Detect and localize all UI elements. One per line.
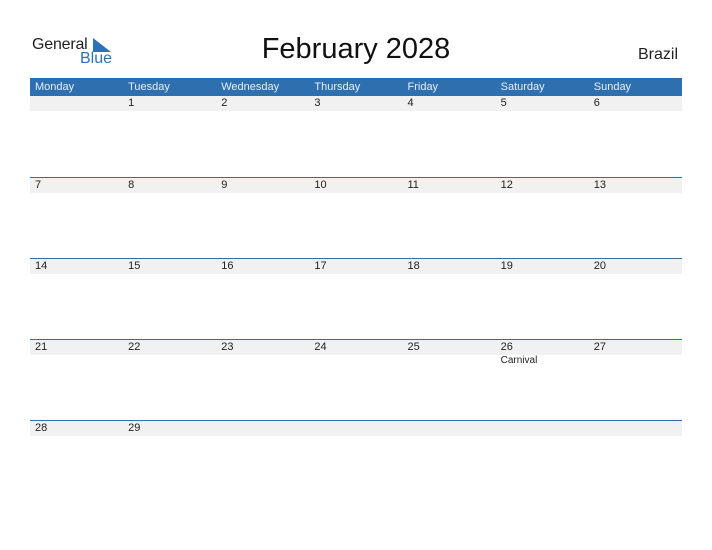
weekday-header: Monday Tuesday Wednesday Thursday Friday…	[30, 78, 682, 96]
day-cell: 14	[30, 259, 123, 339]
day-number	[221, 421, 309, 436]
day-cell: 24	[309, 340, 402, 420]
weekday-thursday: Thursday	[314, 81, 361, 93]
day-number: 27	[593, 341, 606, 353]
day-number: 17	[314, 260, 327, 272]
day-number: 8	[128, 179, 135, 191]
day-number: 18	[407, 260, 420, 272]
week-cells: 7 8 9 10 11 12 13	[30, 178, 682, 258]
day-cell: 25	[403, 340, 496, 420]
day-number: 3	[314, 97, 321, 109]
day-number: 15	[128, 260, 141, 272]
day-number: 1	[128, 97, 135, 109]
day-cell: 20	[589, 259, 682, 339]
day-cell	[30, 96, 123, 176]
day-number: 26	[500, 341, 513, 353]
day-cell: 29	[123, 421, 216, 501]
weekday-wednesday: Wednesday	[221, 81, 280, 93]
day-cell: 6	[589, 96, 682, 176]
day-number: 2	[221, 97, 228, 109]
day-number: 23	[221, 341, 234, 353]
day-cell: 7	[30, 178, 123, 258]
day-number: 13	[593, 179, 606, 191]
day-cell: 16	[216, 259, 309, 339]
day-number	[594, 421, 682, 436]
day-number: 5	[500, 97, 507, 109]
day-cell: 18	[403, 259, 496, 339]
country-label: Brazil	[637, 46, 678, 63]
day-number: 19	[500, 260, 513, 272]
day-cell: 3	[309, 96, 402, 176]
day-cell: 13	[589, 178, 682, 258]
week-cells: 1 2 3 4 5 6	[30, 96, 682, 176]
day-number	[314, 421, 402, 436]
day-cell: 1	[123, 96, 216, 176]
day-number: 16	[221, 260, 234, 272]
week-row: 7 8 9 10 11 12 13	[30, 177, 682, 258]
day-cell	[403, 421, 496, 501]
day-number	[408, 421, 496, 436]
day-cell: 22	[123, 340, 216, 420]
day-number	[501, 421, 589, 436]
week-cells: 14 15 16 17 18 19 20	[30, 259, 682, 339]
weekday-saturday: Saturday	[500, 81, 545, 93]
weekday-sunday: Sunday	[593, 81, 632, 93]
day-cell: 28	[30, 421, 123, 501]
day-cell: 19	[496, 259, 589, 339]
day-cell: 2	[216, 96, 309, 176]
day-number: 24	[314, 341, 327, 353]
day-cell: 26 Carnival	[496, 340, 589, 420]
day-cell: 10	[309, 178, 402, 258]
day-number: 29	[128, 422, 141, 434]
day-number: 11	[407, 179, 419, 191]
day-number: 6	[593, 97, 600, 109]
day-cell	[589, 421, 682, 501]
weekday-monday: Monday	[35, 81, 75, 93]
day-cell	[216, 421, 309, 501]
day-cell: 12	[496, 178, 589, 258]
day-number: 28	[35, 422, 48, 434]
week-row: 1 2 3 4 5 6	[30, 96, 682, 177]
week-row: 28 29	[30, 420, 682, 501]
week-cells: 28 29	[30, 421, 682, 501]
day-number: 7	[35, 179, 42, 191]
day-cell: 11	[403, 178, 496, 258]
day-number: 4	[407, 97, 414, 109]
day-number: 20	[593, 260, 606, 272]
page-title: February 2028	[261, 33, 451, 65]
day-cell: 5	[496, 96, 589, 176]
day-number: 22	[128, 341, 141, 353]
week-cells: 21 22 23 24 25 26 Carnival 27	[30, 340, 682, 420]
day-cell: 27	[589, 340, 682, 420]
day-cell	[309, 421, 402, 501]
day-cell: 21	[30, 340, 123, 420]
day-cell: 8	[123, 178, 216, 258]
day-number: 9	[221, 179, 228, 191]
week-row: 21 22 23 24 25 26 Carnival 27	[30, 339, 682, 420]
day-number: 14	[35, 260, 48, 272]
weekday-friday: Friday	[407, 81, 439, 93]
day-cell: 15	[123, 259, 216, 339]
holiday-label: Carnival	[500, 355, 538, 366]
day-number: 25	[407, 341, 420, 353]
weekday-tuesday: Tuesday	[128, 81, 170, 93]
day-number: 12	[500, 179, 513, 191]
day-cell: 17	[309, 259, 402, 339]
day-cell: 23	[216, 340, 309, 420]
day-cell: 9	[216, 178, 309, 258]
day-number	[35, 96, 123, 111]
day-number: 21	[35, 341, 48, 353]
day-cell	[496, 421, 589, 501]
day-number: 10	[314, 179, 327, 191]
week-row: 14 15 16 17 18 19 20	[30, 258, 682, 339]
day-cell: 4	[403, 96, 496, 176]
